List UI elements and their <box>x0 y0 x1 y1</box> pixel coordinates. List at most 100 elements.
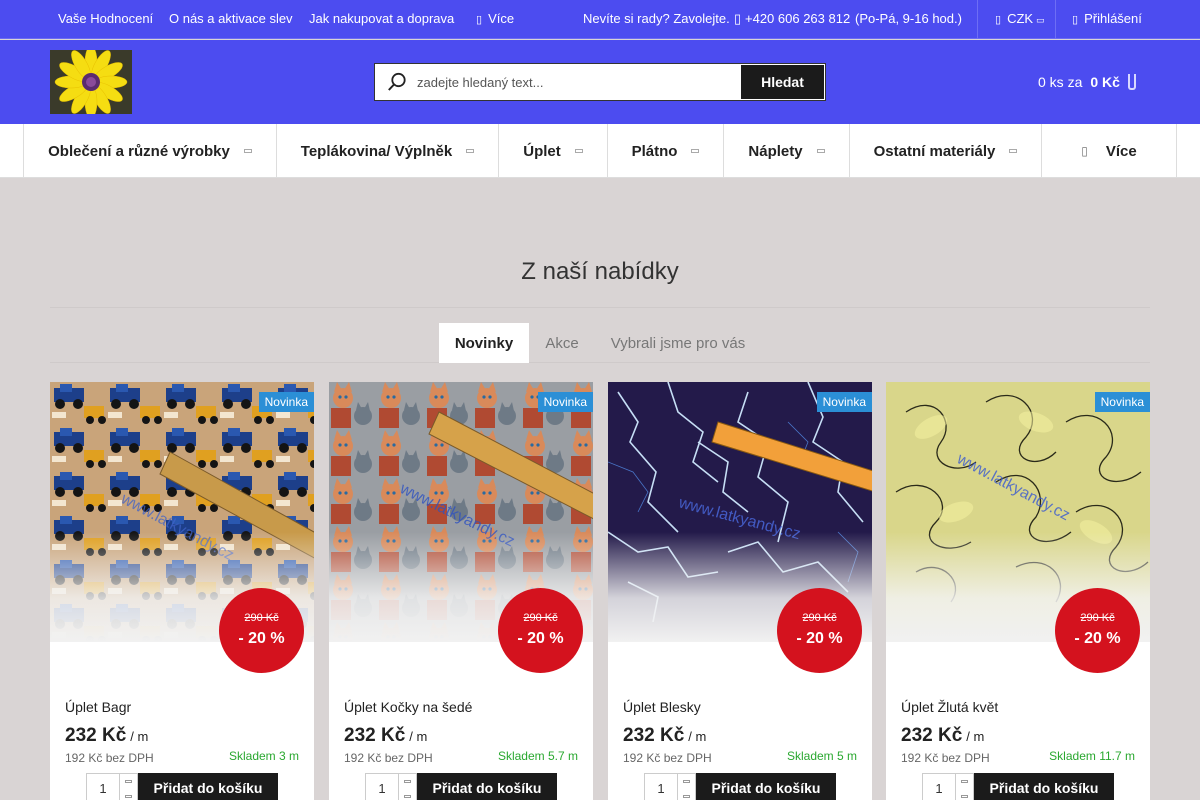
decrease-icon[interactable] <box>125 795 132 798</box>
add-to-cart-button[interactable]: Přidat do košíku <box>417 773 557 800</box>
login-label: Přihlášení <box>1084 11 1142 26</box>
increase-icon[interactable] <box>683 780 690 783</box>
price-value: 232 Kč <box>623 725 685 746</box>
quantity-input[interactable]: 1 <box>365 773 399 800</box>
topbar-more-button[interactable]: ▯ Více <box>476 11 514 26</box>
divider <box>977 0 978 39</box>
product-name[interactable]: Úplet Blesky <box>623 699 701 715</box>
nav-label: Více <box>1105 142 1137 160</box>
product-price: 232 Kč / m <box>344 725 427 747</box>
menu-icon: ▯ <box>1081 144 1088 158</box>
logo[interactable] <box>50 50 132 114</box>
search-button[interactable]: Hledat <box>741 65 824 99</box>
stock-status: Skladem 3 m <box>228 749 299 763</box>
menu-icon: ▯ <box>476 14 483 26</box>
product-name[interactable]: Úplet Kočky na šedé <box>344 699 472 715</box>
add-to-cart-button[interactable]: Přidat do košíku <box>974 773 1114 800</box>
tab-akce[interactable]: Akce <box>535 323 589 363</box>
nav-item-clothing[interactable]: Oblečení a různé výrobky <box>24 124 277 178</box>
chevron-down-icon <box>691 149 700 153</box>
stock-status: Skladem 5.7 m <box>497 749 578 763</box>
currency-icon: ▯ <box>995 14 1002 26</box>
discount-percent: - 20 % <box>238 630 285 647</box>
nav-label: Plátno <box>631 142 678 160</box>
old-price: 290 Kč <box>802 612 837 624</box>
product-card[interactable]: www.latkyandy.cz Novinka 290 Kč - 20 % Ú… <box>608 382 872 800</box>
chevron-down-icon <box>466 149 475 153</box>
nav-label: Oblečení a různé výrobky <box>48 142 230 160</box>
nav-label: Teplákovina/ Výplněk <box>300 142 453 160</box>
cart-icon <box>1127 74 1136 90</box>
search-input[interactable] <box>417 72 737 92</box>
new-badge: Novinka <box>816 392 872 412</box>
tab-novinky[interactable]: Novinky <box>439 323 529 363</box>
stock-status: Skladem 11.7 m <box>1049 749 1135 763</box>
decrease-icon[interactable] <box>961 795 968 798</box>
cart-summary[interactable]: 0 ks za 0 Kč <box>1038 74 1136 90</box>
divider <box>50 307 1150 308</box>
product-card[interactable]: www.latkyandy.cz Novinka 290 Kč - 20 % Ú… <box>886 382 1150 800</box>
price-without-vat: 192 Kč bez DPH <box>901 751 990 765</box>
currency-selector[interactable]: ▯ CZK ▭ <box>995 11 1045 26</box>
discount-badge: 290 Kč - 20 % <box>1055 588 1140 673</box>
add-to-cart-button[interactable]: Přidat do košíku <box>138 773 278 800</box>
nav-item-canvas[interactable]: Plátno <box>608 124 724 178</box>
product-price: 232 Kč / m <box>623 725 706 747</box>
divider <box>1055 0 1056 39</box>
site-header: Hledat 0 ks za 0 Kč <box>0 40 1200 124</box>
product-name[interactable]: Úplet Bagr <box>65 699 131 715</box>
product-card[interactable]: www.latkyandy.cz Novinka 290 Kč - 20 % Ú… <box>329 382 593 800</box>
phone-link[interactable]: +420 606 263 812 <box>745 11 850 26</box>
tab-vybrali[interactable]: Vybrali jsme pro vás <box>600 323 756 363</box>
nav-item-knit[interactable]: Úplet <box>499 124 608 178</box>
topbar-link-reviews[interactable]: Vaše Hodnocení <box>58 11 153 26</box>
main-navigation: Oblečení a různé výrobky Teplákovina/ Vý… <box>0 124 1200 178</box>
price-without-vat: 192 Kč bez DPH <box>65 751 154 765</box>
discount-badge: 290 Kč - 20 % <box>777 588 862 673</box>
nav-item-other-materials[interactable]: Ostatní materiály <box>850 124 1042 178</box>
user-icon: ▯ <box>1072 14 1079 26</box>
search-bar: Hledat <box>374 63 826 101</box>
increase-icon[interactable] <box>404 780 411 783</box>
product-price: 232 Kč / m <box>65 725 148 747</box>
add-to-cart-button[interactable]: Přidat do košíku <box>696 773 836 800</box>
nav-label: Úplet <box>523 142 561 160</box>
quantity-input[interactable]: 1 <box>644 773 678 800</box>
chevron-down-icon <box>816 149 825 153</box>
chevron-down-icon <box>243 149 252 153</box>
old-price: 290 Kč <box>244 612 279 624</box>
discount-badge: 290 Kč - 20 % <box>219 588 304 673</box>
contact-text: Nevíte si rady? Zavolejte. <box>583 11 730 26</box>
section-title: Z naší nabídky <box>521 258 679 285</box>
quantity-stepper[interactable] <box>678 773 696 800</box>
discount-percent: - 20 % <box>517 630 564 647</box>
stock-status: Skladem 5 m <box>786 749 857 763</box>
price-value: 232 Kč <box>65 725 127 746</box>
nav-item-more[interactable]: ▯ Více <box>1042 124 1177 178</box>
topbar-link-about[interactable]: O nás a aktivace slev <box>169 11 293 26</box>
login-link[interactable]: ▯ Přihlášení <box>1072 11 1142 26</box>
chevron-down-icon: ▭ <box>1036 15 1045 25</box>
phone-icon: ▯ <box>734 11 742 26</box>
logo-flower-icon <box>50 50 132 114</box>
product-name[interactable]: Úplet Žlutá květ <box>901 699 998 715</box>
nav-label: Náplety <box>748 142 803 160</box>
decrease-icon[interactable] <box>404 795 411 798</box>
nav-item-ribbing[interactable]: Náplety <box>724 124 850 178</box>
quantity-input[interactable]: 1 <box>922 773 956 800</box>
nav-item-sweatshirt-fabric[interactable]: Teplákovina/ Výplněk <box>277 124 499 178</box>
increase-icon[interactable] <box>961 780 968 783</box>
currency-label: CZK <box>1007 11 1034 26</box>
cart-total: 0 Kč <box>1090 74 1120 90</box>
quantity-input[interactable]: 1 <box>86 773 120 800</box>
topbar-link-shipping[interactable]: Jak nakupovat a doprava <box>309 11 454 26</box>
discount-percent: - 20 % <box>796 630 843 647</box>
price-without-vat: 192 Kč bez DPH <box>623 751 712 765</box>
quantity-stepper[interactable] <box>956 773 974 800</box>
old-price: 290 Kč <box>1080 612 1115 624</box>
quantity-stepper[interactable] <box>120 773 138 800</box>
increase-icon[interactable] <box>125 780 132 783</box>
product-card[interactable]: www.latkyandy.cz Novinka 290 Kč - 20 % Ú… <box>50 382 314 800</box>
quantity-stepper[interactable] <box>399 773 417 800</box>
decrease-icon[interactable] <box>683 795 690 798</box>
